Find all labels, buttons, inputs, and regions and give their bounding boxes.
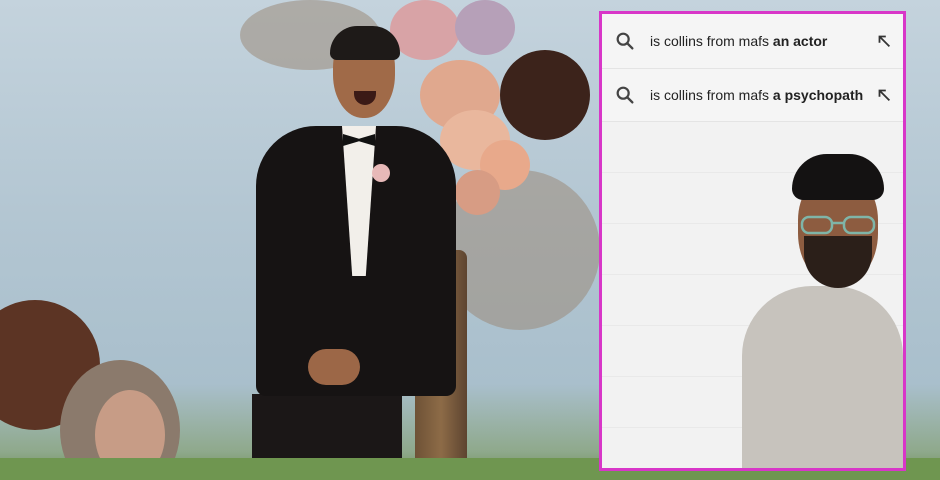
groom-hands (308, 349, 360, 385)
presenter-hair (792, 154, 884, 200)
boutonniere (372, 164, 390, 182)
suggestion-item-actor[interactable]: is collins from mafs an actor (602, 14, 903, 69)
presenter (742, 154, 903, 468)
search-suggestions-overlay: is collins from mafs an actor is collins… (599, 11, 906, 471)
groom (250, 14, 460, 480)
flower (500, 50, 590, 140)
arrow-up-left-icon[interactable] (875, 32, 893, 50)
suggestion-text: is collins from mafs an actor (650, 32, 828, 49)
suggestion-item-psychopath[interactable]: is collins from mafs a psychopath (602, 69, 903, 122)
presenter-shirt (742, 286, 903, 468)
arrow-up-left-icon[interactable] (875, 86, 893, 104)
groom-hair (330, 26, 400, 60)
suggestion-text: is collins from mafs a psychopath (650, 86, 864, 103)
presenter-beard (804, 236, 872, 288)
search-icon (616, 86, 634, 104)
flower (455, 170, 500, 215)
flower (455, 0, 515, 55)
search-icon (616, 32, 634, 50)
glasses-icon (800, 215, 876, 235)
